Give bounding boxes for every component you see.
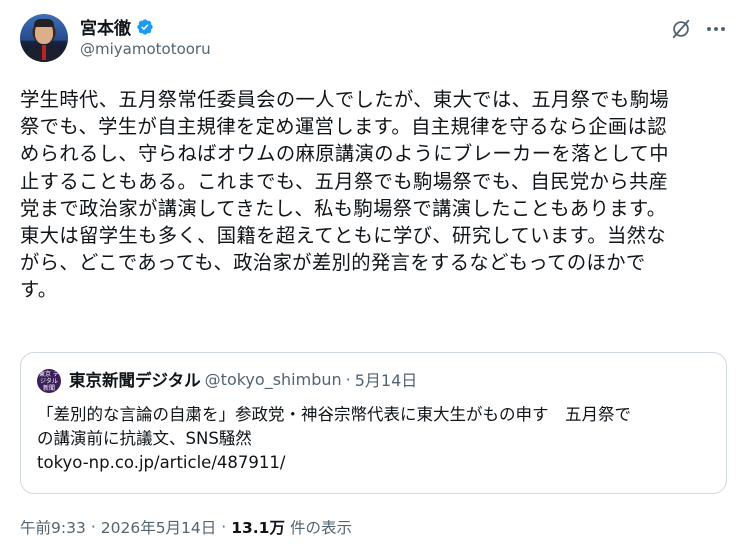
tweet-line: 東大は留学生も多く、国籍を超えてともに学び、研究しています。当然な — [20, 224, 667, 248]
tweet-line: 祭でも、学生が自主規律を定め運営します。自主規律を守るなら企画は認 — [20, 115, 667, 139]
quote-avatar[interactable]: 東京 デジタル 新聞 — [37, 369, 61, 393]
author-name-row: 宮本徹 — [80, 14, 154, 39]
more-icon[interactable] — [705, 18, 727, 40]
views-count: 13.1万 — [231, 519, 285, 537]
tweet-line: 学生時代、五月祭常任委員会の一人でしたが、東大では、五月祭でも駒場 — [20, 88, 670, 111]
tweet-line: められるし、守らねばオウムの麻原講演のようにブレーカーを落として中 — [20, 142, 669, 166]
quote-author-name[interactable]: 東京新聞デジタル — [69, 367, 201, 391]
tweet-line: がら、どこであっても、政治家が差別的発言をするなどもってのほかで — [20, 251, 646, 275]
meta-separator: · — [90, 518, 96, 536]
tweet-time[interactable]: 午前9:33 — [20, 516, 86, 538]
tweet-text: 学生時代、五月祭常任委員会の一人でしたが、東大では、五月祭でも駒場 祭でも、学生… — [20, 86, 730, 304]
quote-author-handle: @tokyo_shimbun — [204, 369, 342, 389]
quote-line: の講演前に抗議文、SNS騒然 — [37, 429, 252, 448]
quote-line: 「差別的な言論の自粛を」参政党・神谷宗幣代表に東大生がもの申す 五月祭で — [37, 405, 631, 424]
quote-link[interactable]: tokyo-np.co.jp/article/487911/ — [37, 451, 717, 475]
tweet-date[interactable]: 2026年5月14日 — [101, 516, 217, 538]
verified-badge-icon[interactable] — [136, 18, 154, 36]
quote-date[interactable]: 5月14日 — [355, 367, 418, 391]
avatar[interactable] — [20, 14, 68, 62]
tweet-line: 党まで政治家が講演してきたし、私も駒場祭で講演したこともあります。 — [20, 196, 667, 220]
quote-header: 東京新聞デジタル @tokyo_shimbun · 5月14日 — [69, 367, 417, 391]
quote-separator: · — [345, 369, 351, 389]
quoted-tweet-card[interactable]: 東京 デジタル 新聞 東京新聞デジタル @tokyo_shimbun · 5月1… — [20, 352, 727, 494]
quote-text: 「差別的な言論の自粛を」参政党・神谷宗幣代表に東大生がもの申す 五月祭で の講演… — [37, 403, 717, 475]
grok-icon[interactable] — [670, 18, 692, 40]
views-label: 件の表示 — [289, 519, 352, 537]
tweet-meta: 午前9:33 · 2026年5月14日 · 13.1万 件の表示 — [20, 516, 352, 538]
tweet-line: 止することもある。これまでも、五月祭でも駒場祭でも、自民党から共産 — [20, 169, 669, 193]
meta-separator: · — [221, 518, 227, 536]
author-name[interactable]: 宮本徹 — [80, 14, 131, 39]
tweet-line: す。 — [20, 278, 58, 302]
author-handle[interactable]: @miyamototooru — [80, 40, 211, 58]
